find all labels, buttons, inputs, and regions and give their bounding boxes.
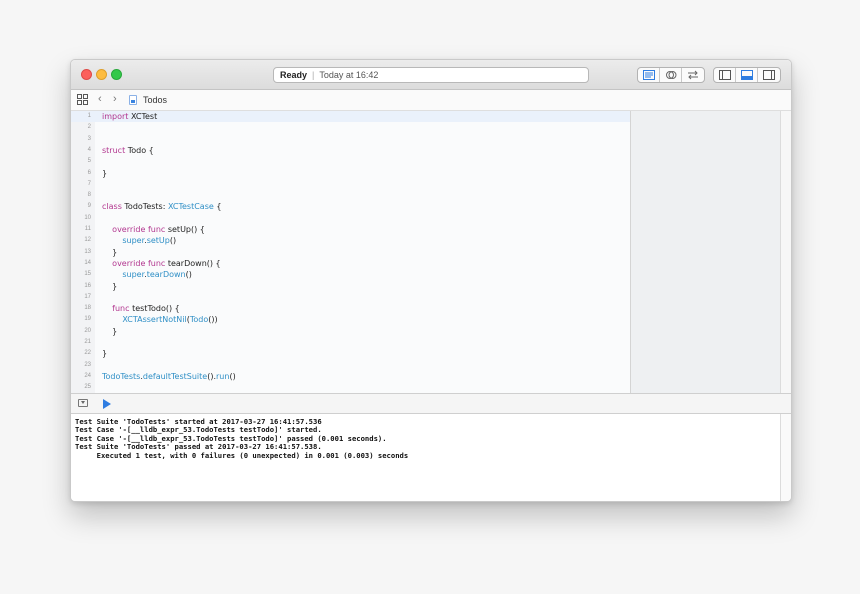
code-text: super.tearDown() bbox=[122, 270, 192, 280]
code-line[interactable]: 6} bbox=[71, 168, 630, 179]
code-line[interactable]: 11 override func setUp() { bbox=[71, 224, 630, 235]
line-number: 15 bbox=[84, 271, 91, 278]
editor-mode-group bbox=[637, 67, 705, 83]
code-line[interactable]: 25 bbox=[71, 382, 630, 393]
code-text: } bbox=[102, 247, 118, 257]
code-text: } bbox=[102, 326, 118, 336]
code-line[interactable]: 3 bbox=[71, 134, 630, 145]
line-number: 3 bbox=[87, 135, 91, 142]
line-number: 4 bbox=[87, 146, 91, 153]
status-label: Ready bbox=[280, 70, 308, 80]
line-number: 13 bbox=[84, 248, 91, 255]
code-line[interactable]: 13 } bbox=[71, 247, 630, 258]
jump-bar: ‹ › Todos bbox=[71, 90, 791, 111]
view-toggle-group bbox=[713, 67, 781, 83]
code-line[interactable]: 2 bbox=[71, 122, 630, 133]
code-text: override func setUp() { bbox=[112, 225, 205, 234]
source-editor[interactable]: 1 import XCTest 2 3 4 struct Todo {5 6} 7 8 9 clas… bbox=[71, 111, 630, 393]
code-text: TodoTests.defaultTestSuite().run() bbox=[102, 371, 236, 381]
console-scrollbar[interactable] bbox=[780, 414, 791, 501]
line-number: 17 bbox=[84, 293, 91, 300]
code-line[interactable]: 19 XCTAssertNotNil(Todo()) bbox=[71, 314, 630, 325]
code-line[interactable]: 5 bbox=[71, 156, 630, 167]
line-number: 11 bbox=[84, 226, 91, 232]
line-number: 16 bbox=[84, 282, 91, 289]
status-separator: | bbox=[312, 70, 315, 80]
code-text: super.setUp() bbox=[122, 236, 177, 246]
line-number: 21 bbox=[84, 339, 91, 345]
results-sidebar bbox=[630, 111, 781, 393]
line-number: 12 bbox=[84, 237, 91, 244]
line-number: 18 bbox=[84, 305, 91, 312]
code-text: import XCTest bbox=[102, 112, 158, 121]
utilities-toggle-icon[interactable] bbox=[758, 68, 780, 82]
line-number: 1 bbox=[87, 113, 91, 119]
line-number: 14 bbox=[84, 259, 91, 266]
code-line[interactable]: 23 bbox=[71, 360, 630, 371]
code-line[interactable]: 15 super.tearDown() bbox=[71, 269, 630, 280]
version-editor-icon[interactable] bbox=[682, 68, 704, 82]
code-line[interactable]: 10 bbox=[71, 213, 630, 224]
code-text: func testTodo() { bbox=[112, 304, 180, 314]
code-line[interactable]: 22} bbox=[71, 348, 630, 359]
assistant-editor-icon[interactable] bbox=[660, 68, 682, 82]
code-line[interactable]: 8 bbox=[71, 190, 630, 201]
code-text: struct Todo { bbox=[102, 145, 154, 155]
navigator-toggle-icon[interactable] bbox=[714, 68, 736, 82]
line-number: 9 bbox=[87, 203, 91, 210]
close-window-button[interactable] bbox=[81, 69, 92, 80]
line-number: 19 bbox=[84, 316, 91, 323]
code-line[interactable]: 18 func testTodo() { bbox=[71, 303, 630, 314]
code-line[interactable]: 17 bbox=[71, 292, 630, 303]
code-line[interactable]: 24 TodoTests.defaultTestSuite().run() bbox=[71, 371, 630, 382]
editor-scrollbar[interactable] bbox=[780, 111, 791, 393]
code-text: } bbox=[102, 281, 118, 291]
line-number: 22 bbox=[84, 350, 91, 357]
line-number: 5 bbox=[87, 158, 91, 165]
code-text: class TodoTests: XCTestCase { bbox=[102, 202, 222, 212]
code-line[interactable]: 7 bbox=[71, 179, 630, 190]
console-output[interactable]: Test Suite 'TodoTests' started at 2017-0… bbox=[71, 414, 780, 501]
line-number: 25 bbox=[84, 384, 91, 391]
code-text: } bbox=[102, 168, 108, 178]
line-number: 10 bbox=[84, 214, 91, 221]
line-number: 23 bbox=[84, 361, 91, 368]
standard-editor-icon[interactable] bbox=[638, 68, 660, 82]
debug-area-toggle-icon[interactable] bbox=[736, 68, 758, 82]
forward-chevron-icon[interactable]: › bbox=[113, 93, 117, 106]
activity-status-bar: Ready | Today at 16:42 bbox=[273, 67, 589, 83]
code-line[interactable]: 4 struct Todo { bbox=[71, 145, 630, 156]
line-number: 2 bbox=[87, 124, 91, 131]
code-line[interactable]: 20 } bbox=[71, 326, 630, 337]
debug-bar bbox=[71, 393, 791, 414]
minimize-window-button[interactable] bbox=[96, 69, 107, 80]
run-playground-icon[interactable] bbox=[103, 399, 111, 409]
status-time: Today at 16:42 bbox=[319, 70, 379, 80]
playground-window: Ready | Today at 16:42 ‹ › Todos 1 impor… bbox=[70, 59, 792, 502]
line-number: 8 bbox=[87, 192, 91, 199]
code-text: } bbox=[102, 349, 108, 359]
playground-file-icon bbox=[129, 95, 137, 105]
title-bar: Ready | Today at 16:42 bbox=[71, 60, 791, 90]
code-line[interactable]: 1 import XCTest bbox=[71, 111, 630, 123]
zoom-window-button[interactable] bbox=[111, 69, 122, 80]
code-text: XCTAssertNotNil(Todo()) bbox=[122, 315, 218, 325]
line-number: 6 bbox=[87, 169, 91, 176]
console-line: Executed 1 test, with 0 failures (0 unex… bbox=[75, 450, 409, 460]
line-number: 20 bbox=[84, 327, 91, 334]
hide-debug-area-icon[interactable] bbox=[78, 399, 88, 407]
related-items-grid-icon[interactable] bbox=[77, 94, 88, 108]
code-line[interactable]: 21 bbox=[71, 337, 630, 348]
code-line[interactable]: 9 class TodoTests: XCTestCase { bbox=[71, 201, 630, 212]
breadcrumb-file-name[interactable]: Todos bbox=[143, 95, 167, 105]
code-line[interactable]: 14 override func tearDown() { bbox=[71, 258, 630, 269]
code-line[interactable]: 12 super.setUp() bbox=[71, 235, 630, 246]
code-text: override func tearDown() { bbox=[112, 258, 221, 268]
code-line[interactable]: 16 } bbox=[71, 281, 630, 292]
line-number: 7 bbox=[87, 180, 91, 187]
line-number: 24 bbox=[84, 372, 91, 379]
back-chevron-icon[interactable]: ‹ bbox=[98, 93, 102, 106]
